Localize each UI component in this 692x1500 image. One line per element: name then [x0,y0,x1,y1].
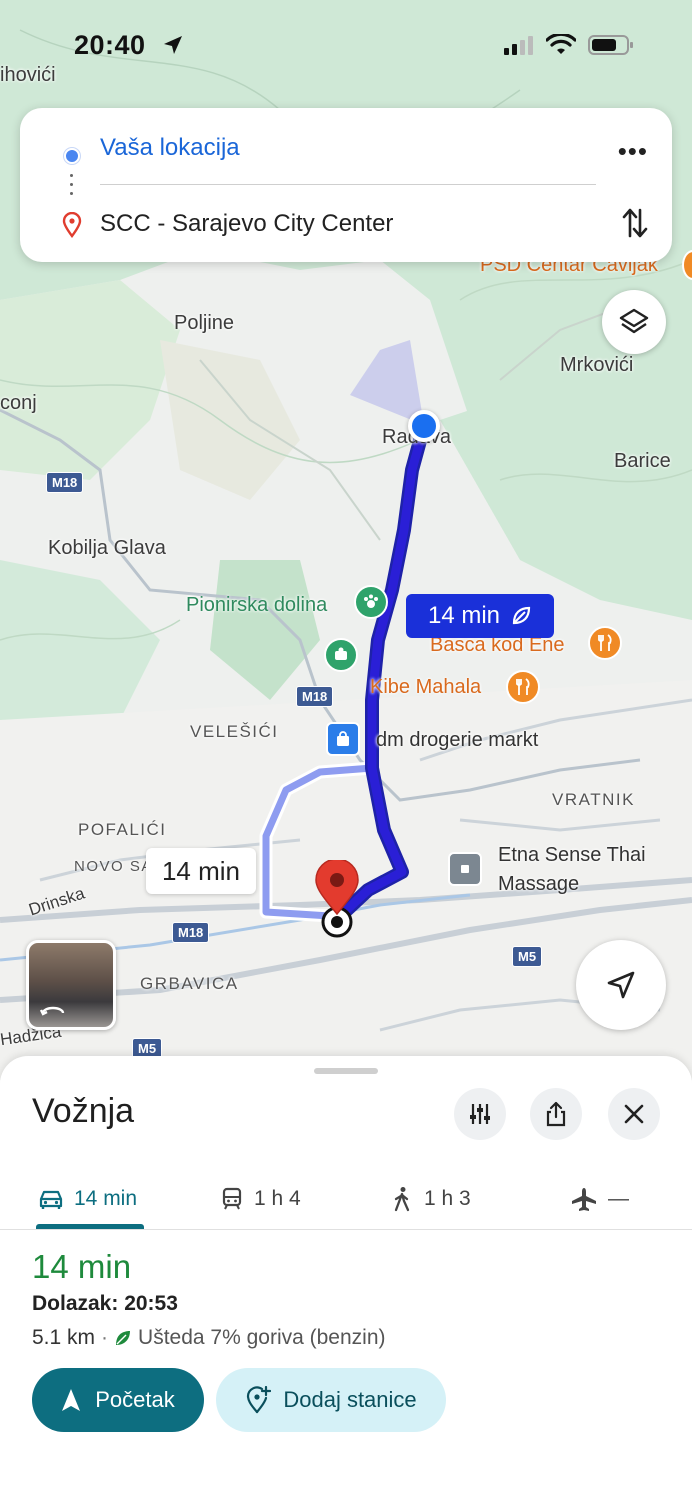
attraction-poi-icon[interactable] [324,638,358,672]
add-stops-label: Dodaj stanice [283,1387,417,1412]
street-view-rotate-icon [39,1006,65,1016]
start-navigation-button[interactable]: Početak [32,1368,204,1432]
add-location-icon [247,1386,272,1414]
shopping-poi-icon[interactable] [326,722,360,756]
active-tab-indicator [36,1224,144,1229]
tab-driving[interactable]: 14 min [38,1168,137,1230]
poi-label[interactable]: Kibe Mahala [370,676,481,699]
map-view[interactable]: 20:40 ihovići PSD Centar Ćavljak Poljine… [0,0,692,1080]
close-button[interactable] [608,1088,660,1140]
street-view-thumbnail[interactable] [26,940,116,1030]
close-icon [624,1104,644,1124]
route-time-label: 14 min [427,602,501,629]
destination-field[interactable]: SCC - Sarajevo City Center [100,210,393,238]
poi-label[interactable]: Pionirska dolina [186,594,327,617]
restaurant-poi-icon[interactable] [588,626,622,660]
walk-icon [394,1187,410,1212]
map-label: conj [0,392,37,414]
destination-marker-icon [62,212,82,238]
origin-dot-icon [64,148,80,164]
tab-flights[interactable]: — [570,1168,629,1230]
poi-label[interactable]: Etna Sense Thai [498,844,646,867]
eta-duration: 14 min [32,1248,132,1285]
map-label: Poljine [174,312,235,334]
poi-label[interactable]: Massage [498,873,579,896]
neighborhood-label: VRATNIK [552,790,635,809]
route-connector [70,174,74,201]
travel-mode-tabs: 14 min 1 h 4 1 h 3 — [0,1168,692,1230]
map-label: ihovići [0,64,56,86]
neighborhood-label: NOVO SA [74,858,153,875]
eco-leaf-icon [512,606,531,625]
drag-handle[interactable] [314,1068,378,1074]
neighborhood-label: GRBAVICA [140,974,239,993]
road-shield: M5 [512,946,543,967]
route-search-card: Vaša lokacija SCC - Sarajevo City Center… [20,108,672,262]
separator: · [101,1326,109,1349]
more-options-button[interactable]: ••• [618,136,648,167]
tab-walking[interactable]: 1 h 3 [390,1168,471,1230]
swap-icon[interactable] [622,206,648,240]
destination-pin-icon[interactable] [312,860,362,940]
road-shield: M18 [172,922,210,943]
restaurant-poi-icon[interactable] [506,670,540,704]
tab-flights-label: — [608,1187,629,1210]
route-summary: 5.1 km · Ušteda 7% goriva (benzin) [32,1326,386,1350]
navigation-arrow-icon [62,1389,81,1411]
add-stops-button[interactable]: Dodaj stanice [216,1368,446,1432]
transit-icon [222,1187,242,1210]
layers-button[interactable] [602,290,666,354]
navigation-arrow-icon [607,971,635,999]
route-time-badge[interactable]: 14 min [406,594,554,638]
directions-sheet: Vožnja 14 min 1 h 4 1 h 3 — 14 min Dolaz… [0,1056,692,1500]
car-icon [39,1190,63,1209]
tab-transit[interactable]: 1 h 4 [220,1168,301,1230]
road-shield: M18 [296,686,334,707]
neighborhood-label: POFALIĆI [78,820,167,839]
map-label: Mrkovići [560,354,634,376]
tune-icon [470,1104,490,1124]
route-options-button[interactable] [454,1088,506,1140]
origin-field[interactable]: Vaša lokacija [100,134,240,162]
current-location-dot [408,410,440,442]
spa-poi-icon[interactable] [448,852,482,886]
alternate-route-time-badge[interactable]: 14 min [146,848,256,894]
tab-driving-label: 14 min [74,1187,138,1210]
neighborhood-label: VELEŠIĆI [190,722,279,741]
share-icon [546,1101,566,1127]
cellular-signal-icon [504,36,533,55]
eco-leaf-icon [116,1331,131,1345]
fuel-savings: Ušteda 7% goriva (benzin) [138,1326,386,1349]
share-button[interactable] [530,1088,582,1140]
recenter-button[interactable] [576,940,666,1030]
road-shield: M18 [46,472,84,493]
poi-label[interactable]: dm drogerie markt [376,729,538,752]
plane-icon [572,1188,596,1211]
status-indicators [504,34,634,56]
map-label: Barice [614,450,671,472]
divider [100,184,596,185]
start-button-label: Početak [95,1387,175,1412]
location-services-icon [164,36,182,54]
map-label: Kobilja Glava [48,537,166,559]
status-time: 20:40 [74,30,146,60]
park-poi-icon[interactable] [354,585,388,619]
arrival-time: Dolazak: 20:53 [32,1292,178,1315]
tab-walking-label: 1 h 3 [424,1187,471,1210]
wifi-icon [546,34,576,54]
battery-icon [588,35,633,55]
tab-transit-label: 1 h 4 [254,1187,301,1210]
layers-icon [619,308,649,334]
distance-value: 5.1 km [32,1326,96,1349]
mode-title: Vožnja [32,1092,135,1130]
